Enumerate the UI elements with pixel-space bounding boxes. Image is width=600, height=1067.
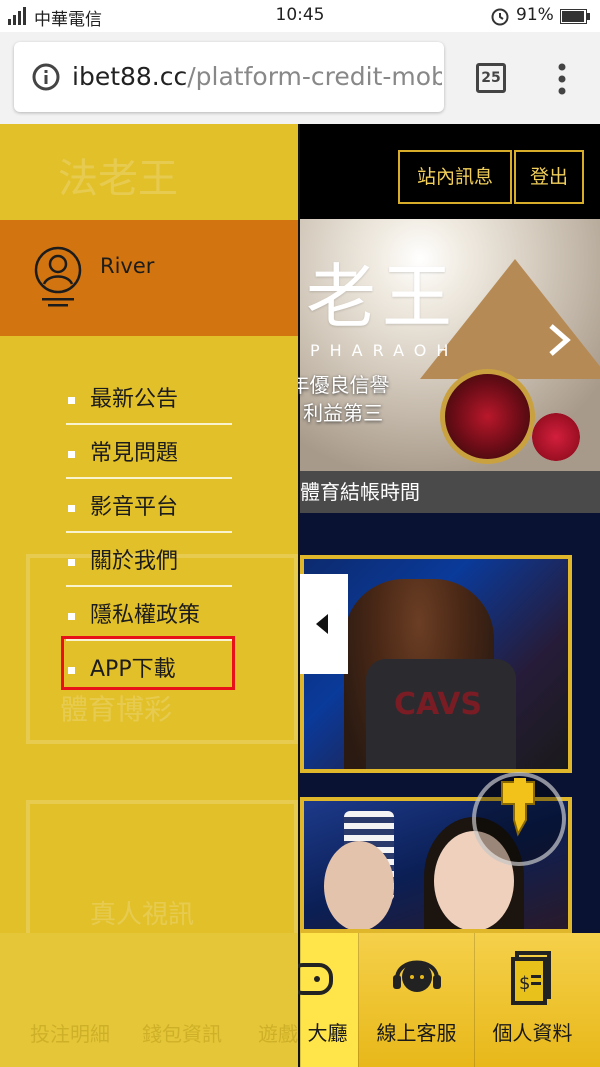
- menu-item-latest-news[interactable]: 最新公告: [66, 371, 232, 425]
- roulette-graphic: [440, 369, 535, 464]
- info-icon[interactable]: [32, 63, 60, 91]
- nav-lobby-label: 大廳: [307, 1021, 348, 1045]
- battery-icon: [560, 9, 590, 24]
- ghost-live-card: 真人視訊: [26, 800, 298, 940]
- battery-percent: 91%: [516, 5, 554, 25]
- bottom-nav: 大廳 線上客服 $ 個人資料: [289, 933, 600, 1067]
- ghost-wallet: 錢包資訊: [142, 1022, 222, 1046]
- nav-support-label: 線上客服: [376, 1021, 457, 1045]
- tab-switcher-button[interactable]: 25: [476, 63, 506, 93]
- username: River: [100, 254, 155, 278]
- menu-item-video-platform[interactable]: 影音平台: [66, 479, 232, 533]
- url-text[interactable]: ibet88.cc/platform-credit-mob: [72, 62, 442, 91]
- alarm-icon: [491, 8, 509, 26]
- nav-lobby[interactable]: 大廳: [289, 933, 358, 1067]
- menu-item-label: 常見問題: [90, 441, 179, 466]
- status-bar: 中華電信 10:45 91%: [0, 0, 600, 32]
- pointer-hand-button[interactable]: [472, 772, 566, 866]
- dealer-image: [324, 841, 394, 929]
- logout-button[interactable]: 登出: [514, 150, 584, 204]
- caret-left-icon: [316, 614, 328, 634]
- bullet: [68, 559, 75, 566]
- ghost-live-label: 真人視訊: [90, 900, 195, 930]
- bullet: [68, 397, 75, 404]
- address-bar[interactable]: ibet88.cc/platform-credit-mob: [14, 42, 444, 112]
- app-download-highlight: [61, 636, 235, 690]
- document-dollar-icon: $: [510, 951, 551, 1005]
- site-messages-button[interactable]: 站內訊息: [398, 150, 512, 204]
- nav-profile-label: 個人資料: [492, 1021, 573, 1045]
- menu-item-label: 關於我們: [90, 549, 179, 574]
- nav-online-support[interactable]: 線上客服: [358, 933, 474, 1067]
- svg-text:$: $: [519, 973, 530, 994]
- menu-item-label: 影音平台: [90, 495, 179, 520]
- bullet: [68, 613, 75, 620]
- clock: 10:45: [275, 5, 325, 25]
- menu-item-label: 隱私權政策: [90, 603, 201, 628]
- chevron-right-icon[interactable]: [546, 323, 572, 357]
- hand-pointer-icon: [501, 778, 535, 837]
- banner-logo: 老王: [306, 256, 458, 338]
- headset-icon: [392, 960, 441, 992]
- ghost-games: 遊戲: [258, 1022, 298, 1046]
- bullet: [68, 505, 75, 512]
- ghost-bet-detail: 投注明細: [30, 1022, 110, 1046]
- url-host: ibet88.cc: [72, 62, 188, 91]
- site-header: 站內訊息 登出: [300, 124, 600, 219]
- banner-logo-sub: PHARAOH: [310, 341, 459, 360]
- menu-item-label: 最新公告: [90, 387, 179, 412]
- ghost-logo: 法老王: [58, 156, 178, 202]
- promo-banner[interactable]: 老王 PHARAOH: [300, 219, 600, 471]
- jersey-text: CAVS: [394, 687, 483, 722]
- user-avatar-icon: [34, 246, 82, 307]
- side-drawer: 法老王 體育博彩 真人視訊 投注明細 錢包資訊 遊戲 River 最新公告 常見…: [0, 124, 298, 1067]
- menu-item-faq[interactable]: 常見問題: [66, 425, 232, 479]
- browser-toolbar: ibet88.cc/platform-credit-mob 25: [0, 32, 600, 124]
- url-path: /platform-credit-mob: [187, 62, 442, 91]
- nav-profile[interactable]: $ 個人資料: [474, 933, 590, 1067]
- more-options-icon[interactable]: [550, 62, 574, 96]
- notice-bar[interactable]: 體育結帳時間: [300, 471, 600, 513]
- bullet: [68, 451, 75, 458]
- menu-item-privacy-policy[interactable]: 隱私權政策: [66, 587, 232, 641]
- slider-prev-button[interactable]: [300, 574, 348, 674]
- casino-chip-graphic: [532, 413, 580, 461]
- menu-item-about-us[interactable]: 關於我們: [66, 533, 232, 587]
- web-page: 站內訊息 登出 老王 PHARAOH 法老王20年優良信譽 顧客第一 · 利益第…: [0, 124, 600, 1067]
- user-panel[interactable]: River: [0, 220, 298, 336]
